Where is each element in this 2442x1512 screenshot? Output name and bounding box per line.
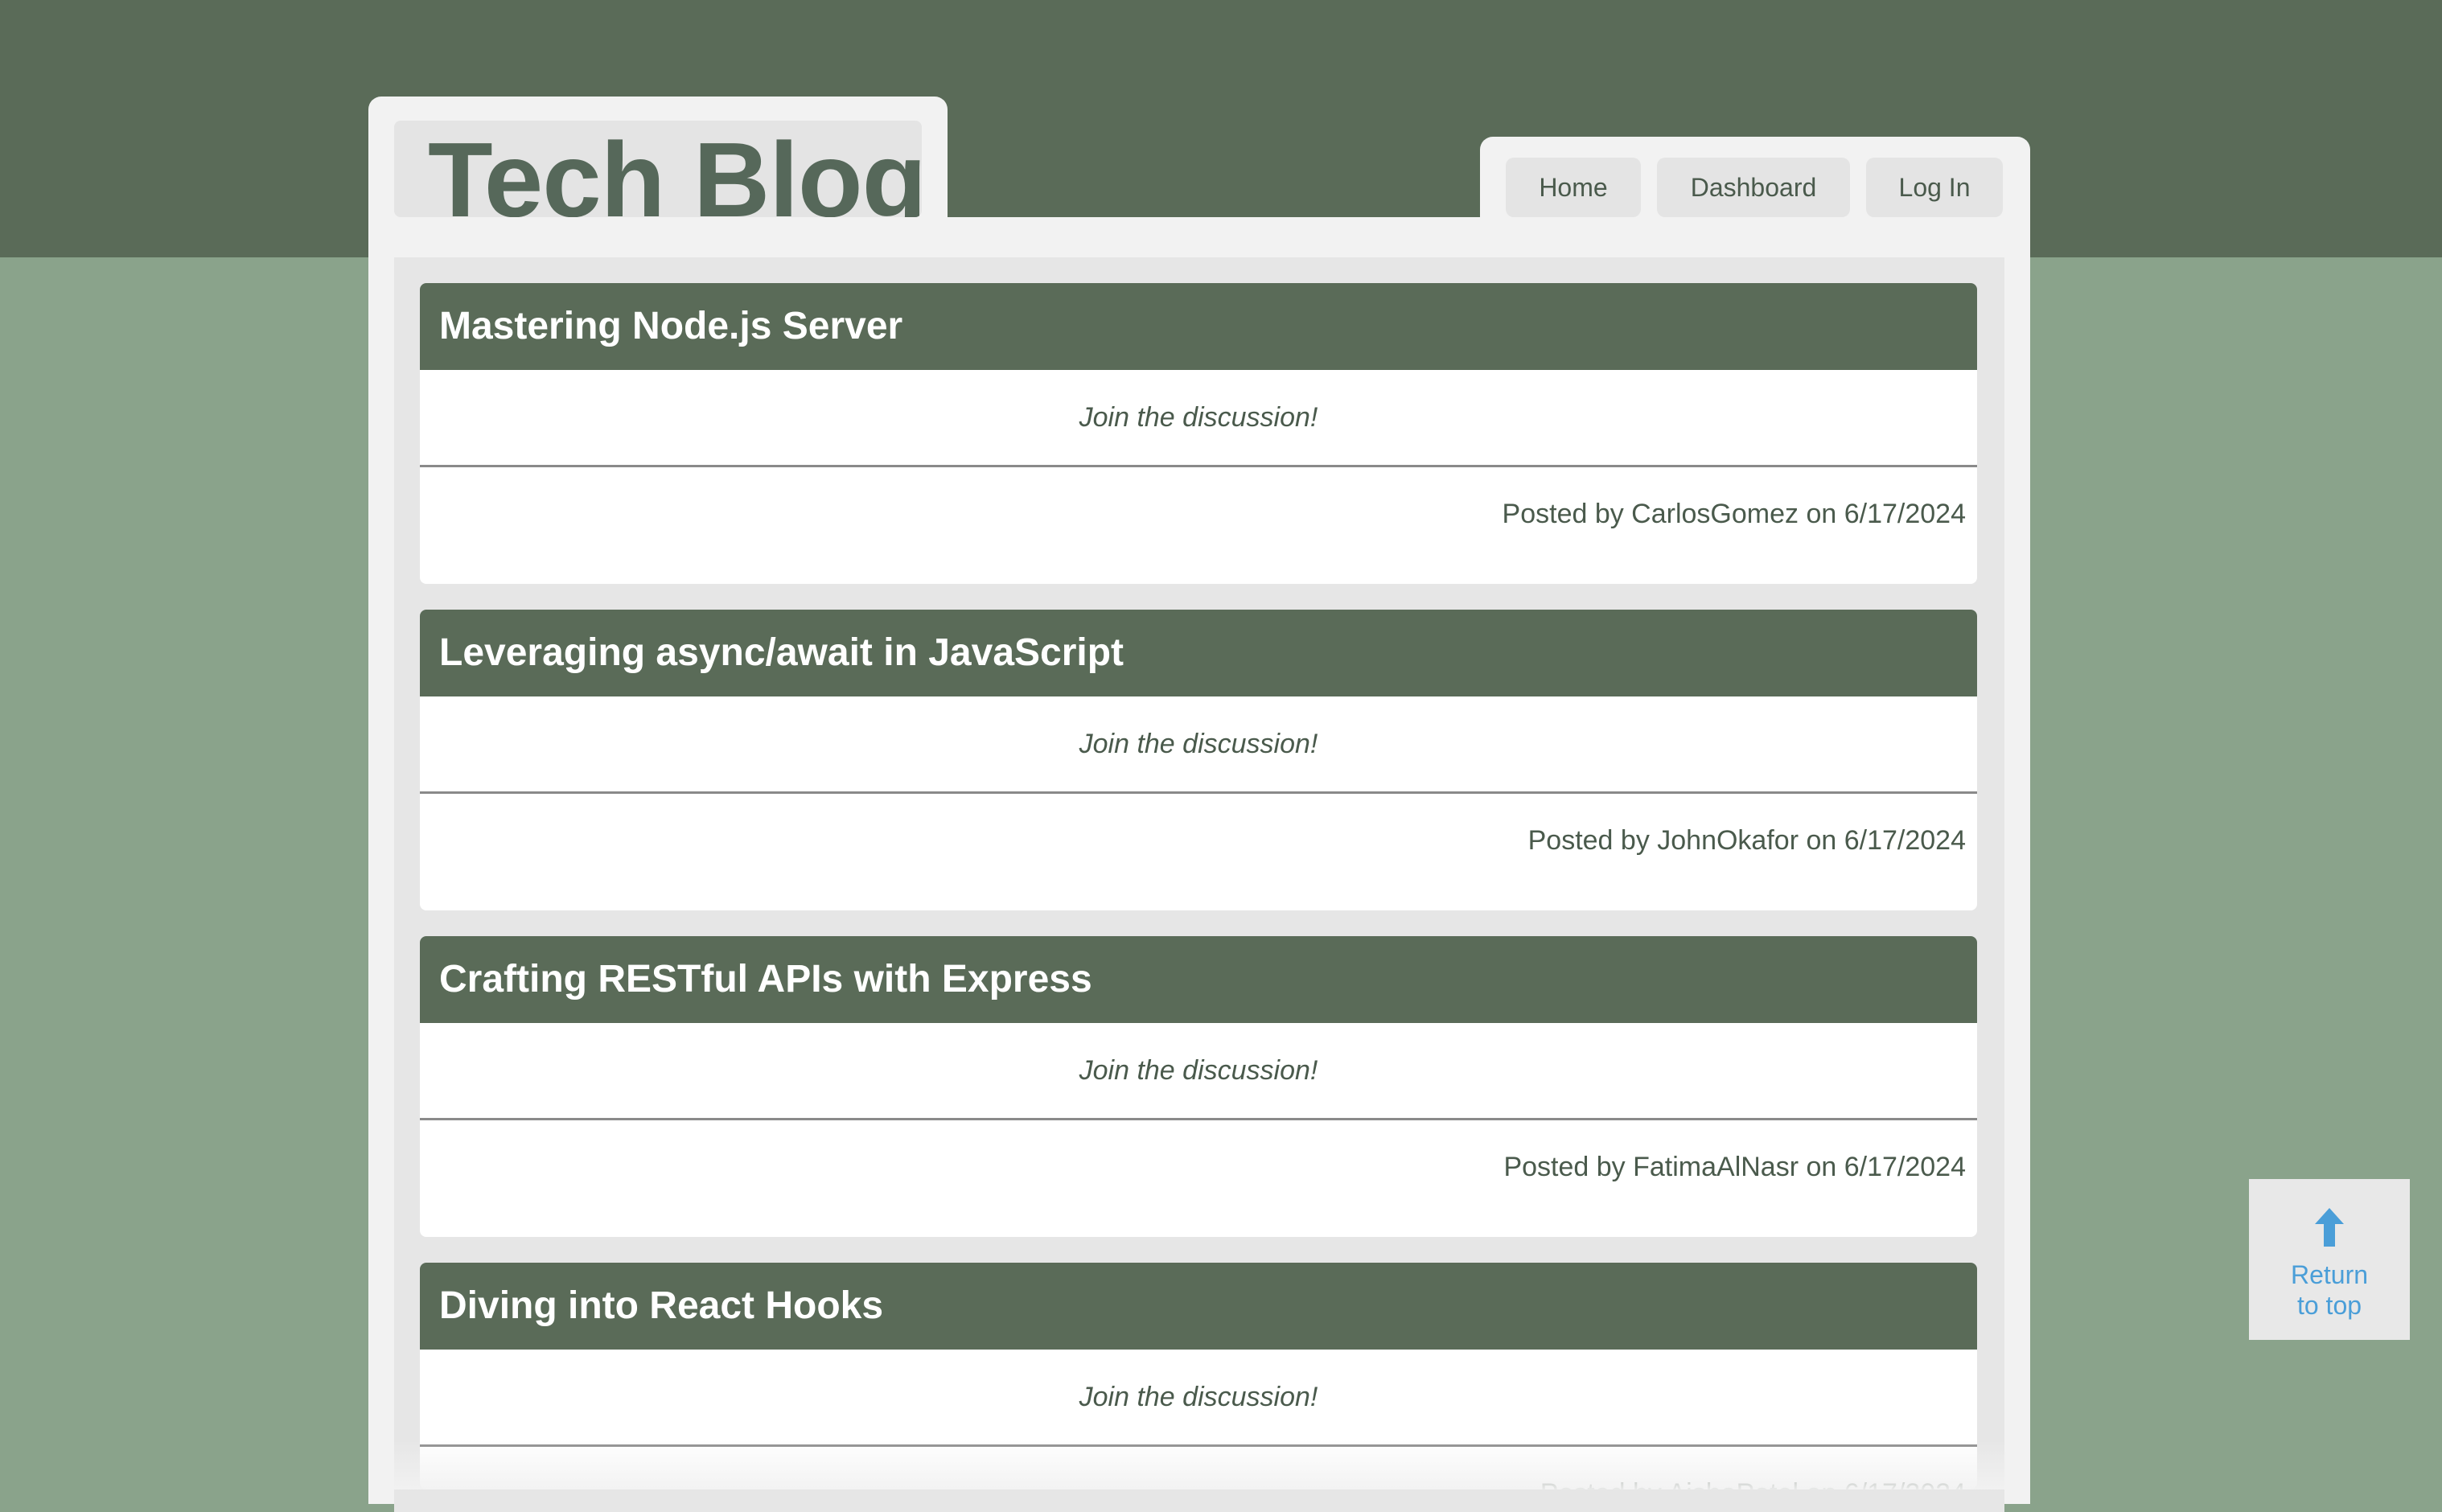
site-title[interactable]: Tech Blog [428, 121, 922, 217]
site-title-box: Tech Blog [394, 121, 922, 217]
post-header[interactable]: Mastering Node.js Server [420, 283, 1977, 370]
return-label-line2: to top [2296, 1291, 2362, 1320]
post-header[interactable]: Leveraging async/await in JavaScript [420, 610, 1977, 696]
post-header[interactable]: Diving into React Hooks [420, 1263, 1977, 1350]
post-title[interactable]: Leveraging async/await in JavaScript [439, 610, 1124, 696]
post-card: Leveraging async/await in JavaScript Joi… [420, 610, 1977, 910]
return-label-line1: Return [2290, 1260, 2369, 1289]
post-card: Crafting RESTful APIs with Express Join … [420, 936, 1977, 1237]
up-arrow-icon [2315, 1208, 2344, 1247]
join-discussion-link[interactable]: Join the discussion! [420, 696, 1977, 791]
return-to-top-button[interactable]: Return to top [2249, 1179, 2410, 1340]
nav-home-button[interactable]: Home [1506, 158, 1641, 217]
post-header[interactable]: Crafting RESTful APIs with Express [420, 936, 1977, 1023]
post-meta: Posted by CarlosGomez on 6/17/2024 [1502, 499, 1966, 529]
post-meta: Posted by JohnOkafor on 6/17/2024 [1527, 825, 1966, 856]
post-title[interactable]: Diving into React Hooks [439, 1263, 883, 1350]
join-discussion-link[interactable]: Join the discussion! [420, 1350, 1977, 1444]
join-discussion-link[interactable]: Join the discussion! [420, 370, 1977, 465]
nav-dashboard-button[interactable]: Dashboard [1657, 158, 1850, 217]
join-discussion-link[interactable]: Join the discussion! [420, 1023, 1977, 1118]
post-title[interactable]: Mastering Node.js Server [439, 283, 902, 370]
return-to-top-label: Return to top [2249, 1259, 2410, 1321]
post-card: Diving into React Hooks Join the discuss… [420, 1263, 1977, 1489]
nav-login-button[interactable]: Log In [1866, 158, 2003, 217]
post-meta: Posted by AishaPatel on 6/17/2024 [1540, 1447, 1966, 1489]
post-title[interactable]: Crafting RESTful APIs with Express [439, 936, 1092, 1023]
post-meta: Posted by FatimaAlNasr on 6/17/2024 [1503, 1152, 1966, 1182]
post-card: Mastering Node.js Server Join the discus… [420, 283, 1977, 584]
